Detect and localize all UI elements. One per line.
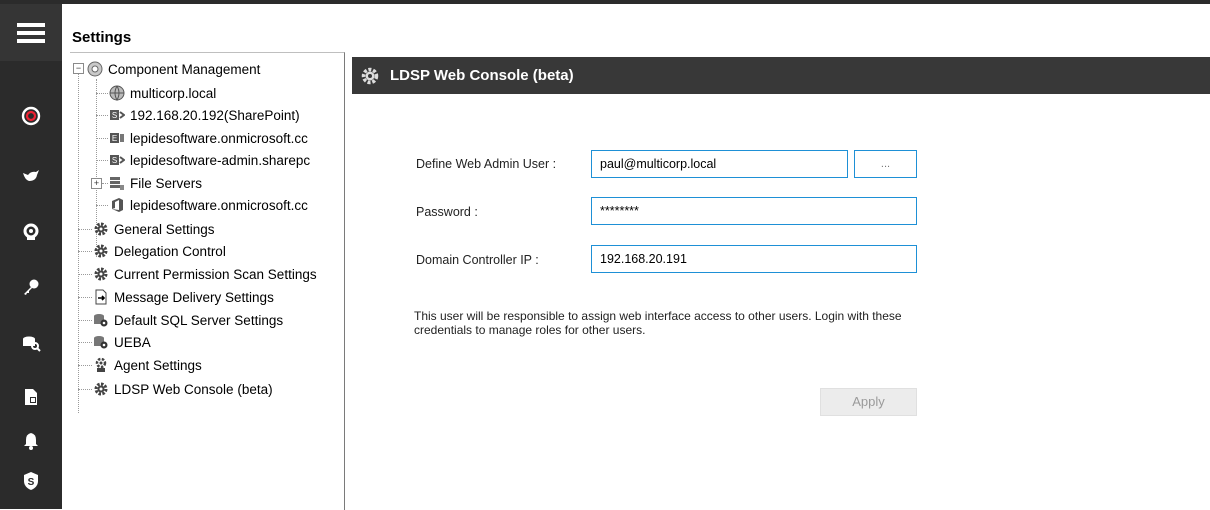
agent-icon xyxy=(92,356,110,374)
tree-node-file-servers[interactable]: File Servers xyxy=(108,173,202,193)
database-gear-icon xyxy=(92,333,110,351)
tree-node-general-settings[interactable]: General Settings xyxy=(92,219,215,239)
menu-button[interactable] xyxy=(0,4,62,61)
tree-node-office365[interactable]: lepidesoftware.onmicrosoft.cc xyxy=(108,195,308,215)
tree-node-sharepoint-admin[interactable]: S lepidesoftware-admin.sharepc xyxy=(108,150,310,170)
sharepoint-icon: S xyxy=(108,106,126,124)
info-note: This user will be responsible to assign … xyxy=(414,309,902,337)
gear-person-icon[interactable] xyxy=(14,215,48,249)
key-icon[interactable] xyxy=(14,270,48,304)
panel-header: LDSP Web Console (beta) xyxy=(352,57,1210,94)
gear-icon xyxy=(92,380,110,398)
svg-text:S: S xyxy=(112,111,117,120)
admin-user-label: Define Web Admin User : xyxy=(416,157,557,171)
svg-text:S: S xyxy=(112,156,117,165)
settings-title: Settings xyxy=(72,29,132,46)
tree-node-exchange-online[interactable]: E lepidesoftware.onmicrosoft.cc xyxy=(108,128,308,148)
exchange-icon: E xyxy=(108,129,126,147)
menu-icon xyxy=(17,22,45,43)
tree-node-delegation-control[interactable]: Delegation Control xyxy=(92,241,226,261)
sharepoint-icon: S xyxy=(108,151,126,169)
tree-node-domain[interactable]: multicorp.local xyxy=(108,83,216,103)
gear-icon xyxy=(92,242,110,260)
file-server-icon xyxy=(108,174,126,192)
message-delivery-icon xyxy=(92,288,110,306)
svg-text:E: E xyxy=(112,134,117,143)
panel-title: LDSP Web Console (beta) xyxy=(390,67,574,84)
report-icon[interactable] xyxy=(14,380,48,414)
tree-node-component-management[interactable]: Component Management xyxy=(86,59,260,79)
database-search-icon[interactable] xyxy=(14,326,48,360)
tree-node-sql-server[interactable]: Default SQL Server Settings xyxy=(92,310,283,330)
left-nav-rail: S xyxy=(0,4,62,509)
database-gear-icon xyxy=(92,311,110,329)
shield-s-icon[interactable]: S xyxy=(14,464,48,498)
tree-node-ueba[interactable]: UEBA xyxy=(92,332,151,352)
tree-node-agent-settings[interactable]: Agent Settings xyxy=(92,355,202,375)
tree-node-ldsp-web-console[interactable]: LDSP Web Console (beta) xyxy=(92,379,273,399)
tree-node-message-delivery[interactable]: Message Delivery Settings xyxy=(92,287,274,307)
gear-icon xyxy=(361,67,379,84)
domain-controller-field[interactable]: 192.168.20.191 xyxy=(591,245,917,273)
tree-node-permission-scan[interactable]: Current Permission Scan Settings xyxy=(92,264,317,284)
admin-user-field[interactable]: paul@multicorp.local xyxy=(591,150,848,178)
expand-file-servers[interactable]: + xyxy=(91,178,102,189)
apply-button[interactable]: Apply xyxy=(820,388,917,416)
settings-tree: − Component Management multicorp.local S… xyxy=(70,52,345,510)
top-border xyxy=(0,0,1210,4)
component-management-icon xyxy=(86,60,104,78)
tree-node-sharepoint[interactable]: S 192.168.20.192(SharePoint) xyxy=(108,105,300,125)
bell-icon[interactable] xyxy=(14,424,48,458)
collapse-component-management[interactable]: − xyxy=(73,63,84,74)
password-label: Password : xyxy=(416,205,478,219)
svg-text:S: S xyxy=(28,477,35,488)
office365-icon xyxy=(108,196,126,214)
bird-icon[interactable] xyxy=(14,159,48,193)
domain-controller-label: Domain Controller IP : xyxy=(416,253,539,267)
password-field[interactable]: ******** xyxy=(591,197,917,225)
gear-icon xyxy=(92,220,110,238)
target-icon[interactable] xyxy=(14,99,48,133)
globe-icon xyxy=(108,84,126,102)
browse-user-button[interactable]: ... xyxy=(854,150,917,178)
gear-icon xyxy=(92,265,110,283)
